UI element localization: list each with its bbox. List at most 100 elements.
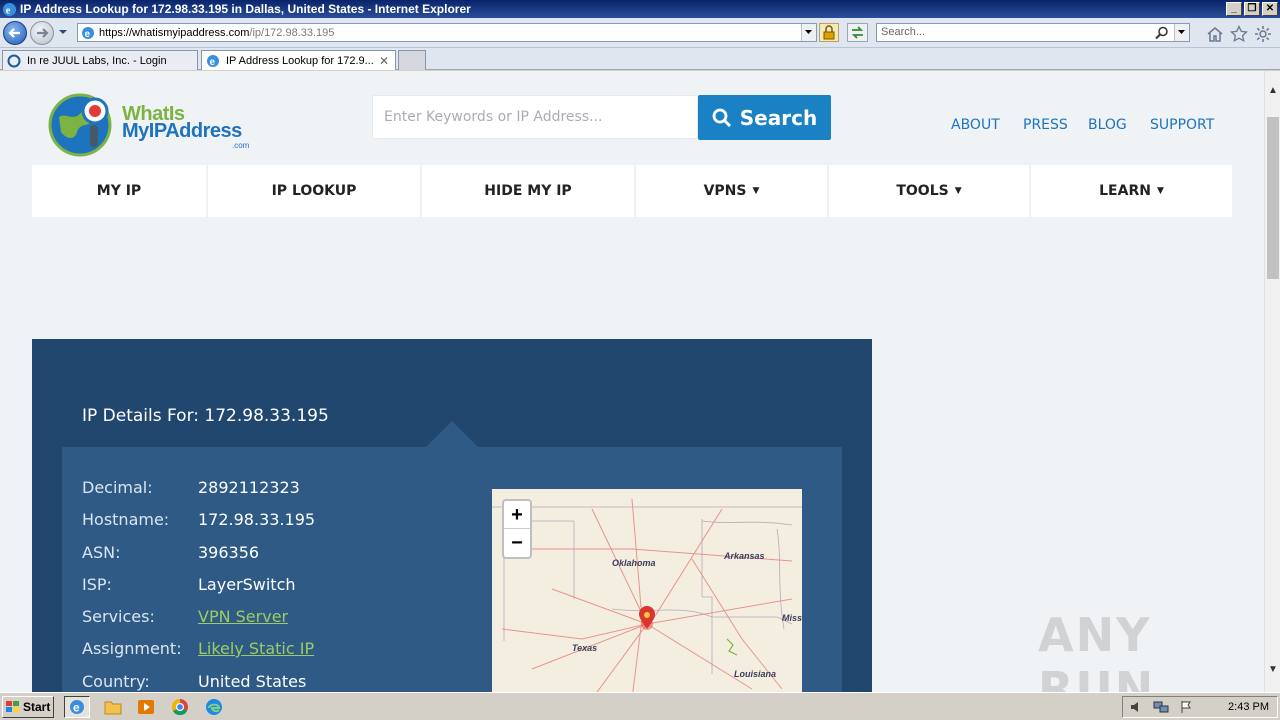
svg-text:e: e [73, 701, 80, 715]
nav-my-ip[interactable]: MY IP [32, 165, 208, 217]
search-icon[interactable] [1155, 26, 1169, 40]
browser-search-input[interactable]: Search... [876, 23, 1190, 42]
svg-text:e: e [85, 29, 91, 40]
forward-button[interactable] [30, 21, 54, 45]
back-button[interactable] [3, 21, 27, 45]
nav-label: VPNS [703, 183, 747, 199]
forward-arrow-icon [37, 28, 49, 38]
scroll-up-icon[interactable]: ▲ [1268, 85, 1278, 96]
map-label-oklahoma: Oklahoma [612, 558, 656, 568]
detail-value: 2892112323 [198, 478, 300, 497]
nav-label: LEARN [1099, 183, 1151, 199]
detail-label: Services: [82, 607, 155, 626]
detail-label: Hostname: [82, 510, 170, 529]
address-toolbar: e https://whatismyipaddress.com/ip/172.9… [0, 18, 1280, 48]
services-link[interactable]: VPN Server [198, 607, 288, 626]
search-provider-dropdown[interactable] [1174, 24, 1189, 41]
lock-icon [823, 25, 835, 40]
top-link-about[interactable]: ABOUT [951, 117, 1000, 133]
internet-explorer-icon: e [2, 2, 17, 16]
detail-value: 172.98.33.195 [198, 510, 316, 529]
top-link-press[interactable]: PRESS [1023, 117, 1068, 133]
gear-icon[interactable] [1254, 25, 1272, 43]
windows-taskbar: Start e 2:43 PM [0, 692, 1280, 720]
back-arrow-icon [8, 28, 20, 38]
edge-icon [206, 699, 222, 715]
taskbar-internet-explorer[interactable]: e [64, 696, 90, 718]
site-logo-globe-icon[interactable] [47, 89, 127, 159]
anyrun-watermark: ANY RUN [1038, 608, 1156, 692]
start-label: Start [23, 700, 51, 714]
new-tab-button[interactable] [398, 50, 426, 70]
refresh-button[interactable] [847, 23, 868, 42]
zoom-out-button[interactable]: − [504, 529, 530, 557]
url-path: /ip/172.98.33.195 [249, 26, 335, 39]
map-label-texas: Texas [572, 643, 598, 653]
nav-tools[interactable]: TOOLS ▼ [829, 165, 1031, 217]
address-input[interactable]: e https://whatismyipaddress.com/ip/172.9… [77, 23, 817, 42]
detail-label: ASN: [82, 543, 121, 562]
caret-down-icon: ▼ [1156, 186, 1164, 196]
volume-icon[interactable] [1129, 700, 1143, 714]
caret-down-icon: ▼ [954, 186, 962, 196]
svg-text:e: e [210, 57, 216, 68]
minimize-button[interactable]: _ [1226, 2, 1242, 16]
map-label-miss: Miss [782, 613, 802, 623]
browser-search-placeholder: Search... [881, 26, 926, 38]
chrome-icon [171, 698, 188, 716]
taskbar-clock[interactable]: 2:43 PM [1228, 701, 1269, 713]
history-dropdown-icon[interactable] [58, 27, 68, 37]
address-dropdown-button[interactable] [801, 24, 816, 41]
site-search-button-label: Search [739, 105, 818, 130]
taskbar-edge[interactable] [201, 696, 227, 718]
site-search-placeholder: Enter Keywords or IP Address... [384, 109, 603, 125]
chevron-down-icon [805, 30, 812, 34]
detail-value: 396356 [198, 543, 260, 562]
internet-explorer-icon: e [70, 700, 84, 715]
nav-hide-my-ip[interactable]: HIDE MY IP [422, 165, 636, 217]
tab-ip-lookup[interactable]: e IP Address Lookup for 172.9... ✕ [201, 50, 396, 70]
windows-logo-icon [6, 701, 19, 712]
map-tiles [492, 489, 802, 692]
favorites-star-icon[interactable] [1230, 25, 1248, 43]
restore-button[interactable]: ❐ [1244, 2, 1260, 16]
home-icon[interactable] [1206, 25, 1224, 43]
nav-learn[interactable]: LEARN ▼ [1031, 165, 1232, 217]
top-link-support[interactable]: SUPPORT [1150, 117, 1214, 133]
action-center-flag-icon[interactable] [1179, 700, 1193, 714]
panel-notch [426, 421, 478, 447]
window-titlebar: e IP Address Lookup for 172.98.33.195 in… [0, 0, 1280, 18]
detail-value: United States [198, 672, 307, 691]
nav-label: MY IP [96, 183, 142, 199]
top-link-blog[interactable]: BLOG [1088, 117, 1127, 133]
taskbar-chrome[interactable] [167, 696, 193, 718]
scroll-down-icon[interactable]: ▼ [1268, 664, 1278, 675]
scrollbar-thumb[interactable] [1267, 117, 1279, 279]
site-search-button[interactable]: Search [698, 95, 831, 140]
zoom-in-button[interactable]: + [504, 501, 530, 529]
close-tab-icon[interactable]: ✕ [379, 54, 389, 68]
taskbar-file-explorer[interactable] [100, 696, 126, 718]
main-navigation: MY IP IP LOOKUP HIDE MY IP VPNS ▼ TOOLS ▼ … [32, 165, 1232, 217]
taskbar-media-player[interactable] [133, 696, 159, 718]
site-search-input[interactable]: Enter Keywords or IP Address... [372, 95, 698, 139]
nav-vpns[interactable]: VPNS ▼ [636, 165, 829, 217]
close-window-button[interactable]: ✕ [1262, 2, 1278, 16]
media-player-icon [138, 700, 154, 714]
logo-line2: MyIPAddress [122, 120, 242, 142]
tab-label: IP Address Lookup for 172.9... [226, 54, 374, 67]
start-button[interactable]: Start [2, 696, 54, 718]
network-icon[interactable] [1153, 700, 1169, 714]
nav-ip-lookup[interactable]: IP LOOKUP [208, 165, 422, 217]
assignment-link[interactable]: Likely Static IP [198, 639, 314, 658]
security-lock-button[interactable] [819, 23, 839, 42]
page-favicon-icon: e [82, 26, 94, 40]
refresh-icon [851, 26, 864, 39]
page-scrollbar[interactable]: ▲ ▼ [1264, 71, 1280, 692]
logo-line3: .com [232, 141, 250, 150]
detail-label: ISP: [82, 575, 112, 594]
tab-juul-login[interactable]: In re JUUL Labs, Inc. - Login [2, 50, 198, 70]
svg-text:e: e [6, 5, 11, 16]
location-map[interactable]: Oklahoma Arkansas Texas Louisiana Miss +… [492, 489, 802, 692]
url-host: https://whatismyipaddress.com [99, 26, 250, 39]
